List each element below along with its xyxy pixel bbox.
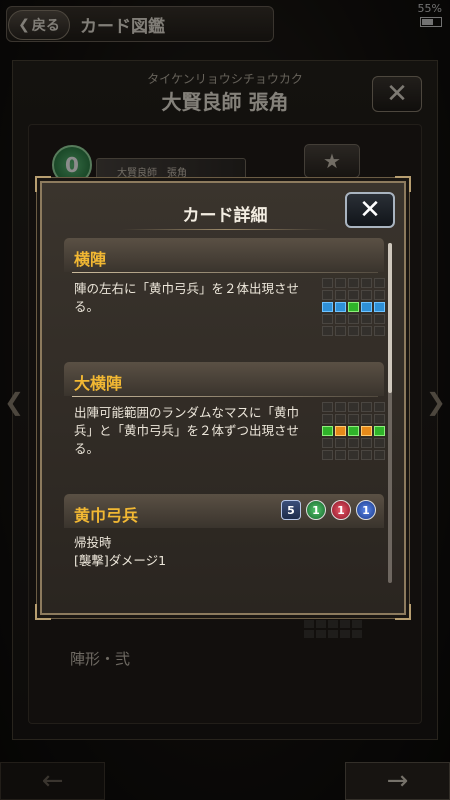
unit-stat-blue: 1 <box>356 500 376 520</box>
skill-description: 陣の左右に「黄巾弓兵」を２体出現させる。 <box>74 281 300 314</box>
scrollbar-thumb[interactable] <box>388 243 392 393</box>
formation-grid <box>322 278 385 336</box>
skill-name: 大横陣 <box>74 374 123 393</box>
corner-ornament <box>35 176 51 192</box>
modal-scroll-area[interactable]: 横陣 陣の左右に「黄巾弓兵」を２体出現させる。 大横陣 出陣可能範囲のランダムな… <box>60 238 388 600</box>
unit-block: 黄巾弓兵 5 1 1 1 帰投時 [襲撃]ダメージ1 <box>64 494 384 594</box>
modal-scrollbar[interactable] <box>388 243 392 583</box>
unit-name: 黄巾弓兵 <box>74 506 139 525</box>
skill-block: 大横陣 出陣可能範囲のランダムなマスに「黄巾兵」と「黄巾弓兵」を２体ずつ出現させ… <box>64 362 385 476</box>
unit-stats: 5 1 1 1 <box>281 500 376 520</box>
skill-description: 出陣可能範囲のランダムなマスに「黄巾兵」と「黄巾弓兵」を２体ずつ出現させる。 <box>74 405 300 456</box>
skill-header: 横陣 <box>64 238 384 272</box>
unit-stat-red: 1 <box>331 500 351 520</box>
screen: 55% ❮ 戻る カード図鑑 タイケンリョウシチョウカク 大賢良師 張角 ✕ 0… <box>0 0 450 800</box>
skill-divider <box>72 272 378 273</box>
unit-stat-green: 1 <box>306 500 326 520</box>
unit-effect: [襲撃]ダメージ1 <box>74 553 167 568</box>
skill-block: 横陣 陣の左右に「黄巾弓兵」を２体出現させる。 <box>64 238 385 352</box>
formation-grid <box>322 402 385 460</box>
unit-cost-badge: 5 <box>281 500 301 520</box>
unit-trigger: 帰投時 <box>74 535 112 550</box>
card-detail-modal: カード詳細 ✕ 横陣 陣の左右に「黄巾弓兵」を２体出現させる。 大横陣 出陣可能… <box>35 176 411 620</box>
unit-header: 黄巾弓兵 5 1 1 1 <box>64 494 384 528</box>
unit-description: 帰投時 [襲撃]ダメージ1 <box>74 534 166 570</box>
skill-header: 大横陣 <box>64 362 384 396</box>
corner-ornament <box>395 604 411 620</box>
skill-name: 横陣 <box>74 250 107 269</box>
modal-close-button[interactable]: ✕ <box>345 192 395 228</box>
corner-ornament <box>35 604 51 620</box>
title-divider <box>122 229 328 230</box>
corner-ornament <box>395 176 411 192</box>
skill-divider <box>72 396 378 397</box>
close-icon: ✕ <box>359 195 381 225</box>
